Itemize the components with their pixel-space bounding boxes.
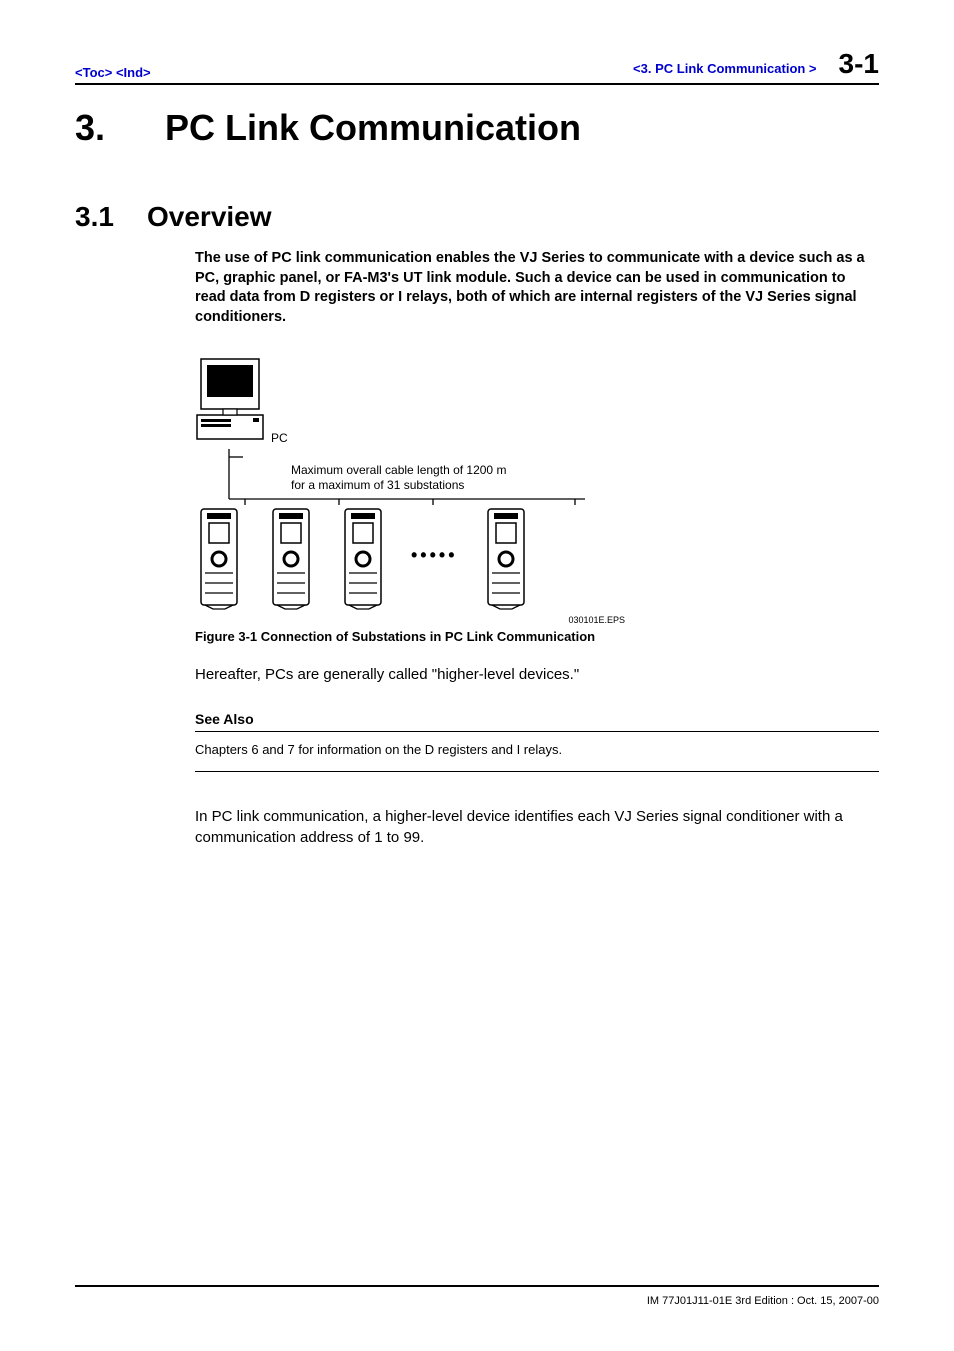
substation-icon xyxy=(195,507,243,611)
substations-row: ••••• xyxy=(195,507,615,611)
footer-text: IM 77J01J11-01E 3rd Edition : Oct. 15, 2… xyxy=(647,1295,879,1307)
section-number: 3.1 xyxy=(75,201,147,233)
page-number: 3-1 xyxy=(839,48,879,80)
paragraph-address: In PC link communication, a higher-level… xyxy=(195,806,879,848)
bus-caption-line1: Maximum overall cable length of 1200 m xyxy=(291,463,506,478)
figure-caption: Figure 3-1 Connection of Substations in … xyxy=(195,629,879,644)
paragraph-hereafter: Hereafter, PCs are generally called "hig… xyxy=(195,664,879,685)
content-block: The use of PC link communication enables… xyxy=(195,249,879,848)
bus-caption-line2: for a maximum of 31 substations xyxy=(291,478,506,493)
eps-filename: 030101E.EPS xyxy=(195,615,625,625)
header-left-links: <Toc> <Ind> xyxy=(75,65,151,80)
breadcrumb: <3. PC Link Communication > xyxy=(633,61,816,76)
ellipsis-icon: ••••• xyxy=(411,545,458,566)
toc-link[interactable]: <Toc> xyxy=(75,65,112,80)
intro-paragraph: The use of PC link communication enables… xyxy=(195,249,879,327)
pc-icon: PC xyxy=(195,357,263,449)
substation-icon xyxy=(267,507,315,611)
bus-caption: Maximum overall cable length of 1200 m f… xyxy=(291,463,506,493)
chapter-number: 3. xyxy=(75,107,165,149)
see-also-heading: See Also xyxy=(195,711,879,732)
substation-icon xyxy=(482,507,530,611)
see-also-body: Chapters 6 and 7 for information on the … xyxy=(195,742,879,772)
bus-diagram: Maximum overall cable length of 1200 m f… xyxy=(195,449,615,505)
header-right: <3. PC Link Communication > 3-1 xyxy=(633,48,879,80)
page-header: <Toc> <Ind> <3. PC Link Communication > … xyxy=(75,48,879,85)
substation-icon xyxy=(339,507,387,611)
chapter-title: PC Link Communication xyxy=(165,107,581,148)
chapter-heading: 3.PC Link Communication xyxy=(75,107,879,149)
section-heading: 3.1Overview xyxy=(75,201,879,233)
section-title: Overview xyxy=(147,201,272,232)
footer-rule xyxy=(75,1285,879,1287)
ind-link[interactable]: <Ind> xyxy=(116,65,151,80)
figure-3-1: PC Maximum overall cable length of 1200 … xyxy=(195,357,615,625)
pc-label: PC xyxy=(271,431,288,445)
